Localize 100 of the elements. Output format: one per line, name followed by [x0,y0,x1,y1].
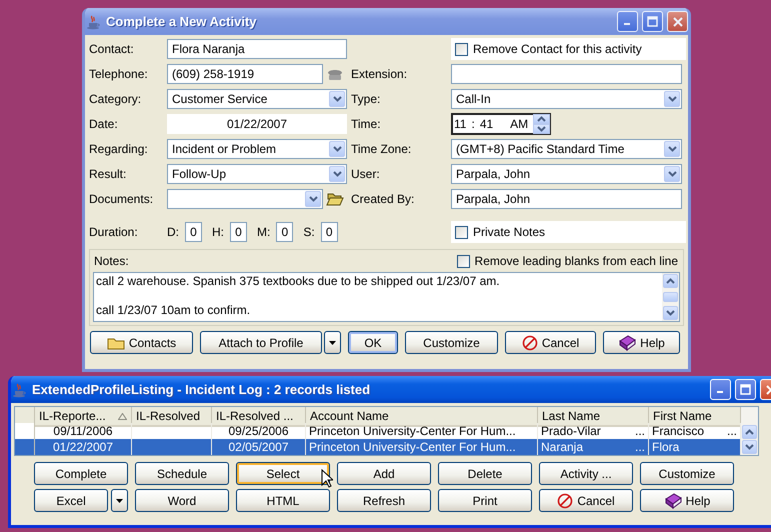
scroll-down-icon [537,126,546,132]
scrollbar[interactable] [662,273,679,321]
input-field[interactable]: 0 [320,222,338,242]
dropdown[interactable] [167,189,323,209]
field-label: Contact: [89,42,135,56]
button[interactable]: Complete [34,462,128,485]
checkbox[interactable] [455,226,468,238]
field-label: Notes: [94,254,129,268]
cell-text: Prado-Vilar [541,424,601,438]
dropdown[interactable]: Parpala, John [451,164,682,184]
scroll-down-icon [666,310,675,316]
field-label: Regarding: [89,142,149,156]
button[interactable]: Excel [34,489,108,512]
note-text: call 1/23/07 10am to confirm. [96,303,252,317]
cell-text: 09/11/2006 [53,424,113,438]
column-header[interactable]: IL-Resolved ... [212,407,306,427]
input-field[interactable]: Flora Naranja [167,39,347,59]
button[interactable]: OK [348,331,398,354]
field-label: M: [257,225,270,239]
field-label: Result: [89,167,128,181]
help-button[interactable]: Help [640,489,734,512]
ellipsis-text: ... [634,424,645,438]
scroll-down-icon [745,444,754,450]
field-label: Date: [89,117,119,131]
close-button[interactable] [667,11,688,32]
window-title: Complete a New Activity [106,14,258,29]
cancel-button[interactable]: Cancel [505,331,596,354]
input-field[interactable] [451,64,682,84]
input-field[interactable]: Parpala, John [451,189,682,209]
cell-text: Naranja [541,440,584,454]
notes-textarea[interactable]: call 2 warehouse. Spanish 375 textbooks due to be shipped out 1/23/07 am. call 1/23/07 10am to confirm. [93,272,680,322]
button[interactable]: HTML [236,489,330,512]
help-button[interactable]: Help [603,331,680,354]
checkbox-label: Remove leading blanks from each line [474,254,678,268]
dropdown[interactable]: Incident or Problem [167,139,347,159]
button[interactable]: Select [236,462,330,485]
caret-icon [116,498,124,502]
button[interactable]: Customize [405,331,498,354]
scroll-up-icon [745,429,754,435]
button[interactable]: Schedule [135,462,229,485]
button[interactable]: Refresh [337,489,431,512]
contacts-button[interactable]: Contacts [90,331,193,354]
field-label: S: [303,225,315,239]
button[interactable]: Word [135,489,229,512]
dropdown-button[interactable] [111,489,128,512]
minimize-button[interactable] [710,379,731,400]
button[interactable]: Attach to Profile [200,331,322,354]
mouse-pointer-icon [321,469,333,488]
scroll-up-icon [537,116,546,122]
dropdown[interactable]: (GMT+8) Pacific Standard Time [451,139,682,159]
column-header[interactable]: First Name [649,407,741,427]
book-icon [664,492,682,508]
note-text: call 2 warehouse. Spanish 375 textbooks due to be shipped out 1/23/07 am. [96,274,501,288]
window-title: ExtendedProfileListing - Incident Log : 2 records listed [32,382,372,397]
folder-icon [326,191,344,207]
column-header[interactable]: Last Name [538,407,649,427]
cell-text: 09/25/2006 [228,424,289,438]
input-field[interactable]: 0 [276,222,294,242]
maximize-button[interactable] [642,11,663,32]
coffee-cup-icon [12,382,28,398]
checkbox-label: Private Notes [473,225,546,239]
cell-text: Princeton University-Center For Hum... [309,424,516,438]
button[interactable]: Delete [438,462,532,485]
scroll-up-icon [666,278,675,284]
cell-text: Francisco [652,424,704,438]
dropdown[interactable]: Call-In [451,89,682,109]
no-entry-icon [522,334,538,350]
column-header[interactable]: Account Name [306,407,538,427]
button[interactable]: Add [337,462,431,485]
maximize-icon [740,384,751,395]
minimize-button[interactable] [617,11,638,32]
dropdown[interactable]: Customer Service [167,89,347,109]
caret-icon [329,340,336,344]
button[interactable]: Customize [640,462,734,485]
maximize-icon [647,16,658,27]
row-header[interactable] [15,439,35,455]
field-label: User: [351,167,381,181]
sort-arrow-icon [118,412,127,420]
time-field[interactable]: 11 : 41 AM [451,113,551,135]
phone-icon [326,67,344,81]
column-header[interactable]: IL-Resolved [132,407,212,427]
maximize-button[interactable] [735,379,756,400]
ellipsis-text: ... [634,440,645,454]
cancel-button[interactable]: Cancel [539,489,633,512]
dropdown-button[interactable] [324,331,341,354]
checkbox[interactable] [456,254,470,268]
button[interactable]: Activity ... [539,462,633,485]
button[interactable]: Print [438,489,532,512]
date-field[interactable]: 01/22/2007 [167,114,347,134]
input-field[interactable]: 0 [230,222,247,242]
field-label: Documents: [89,192,154,206]
input-field[interactable]: (609) 258-1919 [167,64,323,84]
dropdown[interactable]: Follow-Up [167,164,347,184]
coffee-cup-icon [86,14,102,30]
input-field[interactable]: 0 [185,222,202,242]
field-label: Category: [89,92,142,106]
column-header[interactable]: IL-Reporte... [35,407,132,427]
field-label: D: [167,225,179,239]
scrollbar[interactable] [741,407,758,455]
checkbox[interactable] [455,42,468,56]
